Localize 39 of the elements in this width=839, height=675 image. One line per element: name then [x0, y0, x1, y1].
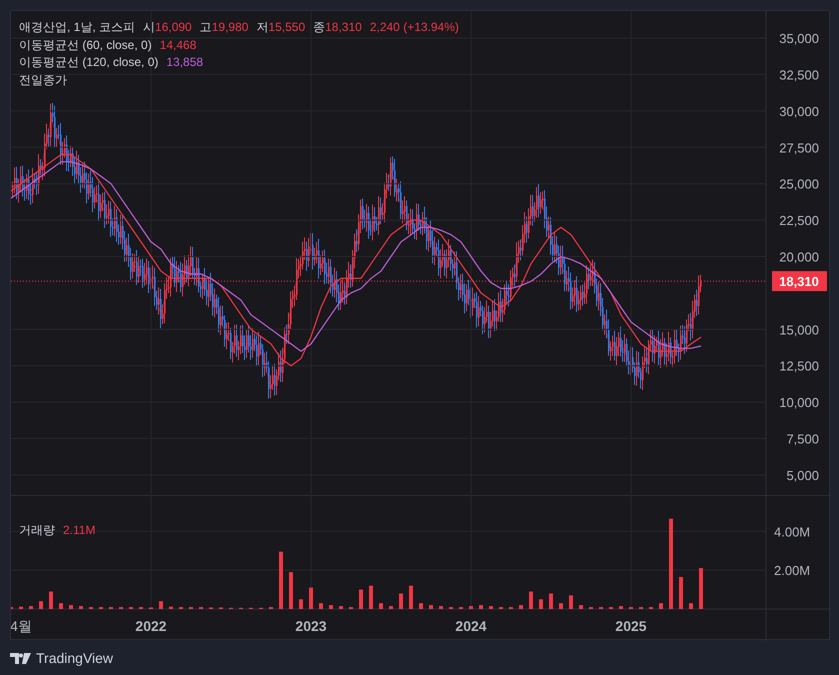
- volume-value: 2.11M: [63, 522, 96, 539]
- axis-label: 2.00M: [774, 563, 810, 578]
- price-axis-label: 35,000: [779, 31, 819, 46]
- ohlc-value: 15,550: [268, 19, 306, 36]
- symbol-name: 애경산업: [19, 19, 67, 36]
- ohlc-label: 시: [143, 19, 156, 36]
- price-axis-label: 20,000: [779, 250, 819, 264]
- ohlc-value: 19,980: [212, 19, 248, 36]
- time-axis-label: 2024: [455, 618, 487, 634]
- price-axis-label: 7,500: [786, 432, 819, 447]
- brand-name: TradingView: [36, 649, 114, 668]
- price-change: 2,240 (+13.94%): [370, 19, 459, 36]
- axis-label: 4.00M: [774, 524, 810, 540]
- indicator-name: 이동평균선 (120, close, 0): [19, 54, 158, 71]
- time-axis-label: 2023: [295, 618, 327, 634]
- ohlc-label: 종: [313, 19, 326, 36]
- ohlc-label: 고: [200, 19, 212, 36]
- price-axis-label: 30,000: [779, 104, 819, 119]
- indicator-value: 14,468: [160, 36, 196, 54]
- prev-close-label: 전일종가: [19, 72, 67, 88]
- price-axis-label: 22,500: [779, 213, 819, 228]
- symbol-details: , 1날, 코스피: [67, 19, 136, 36]
- ohlc-value: 16,090: [155, 19, 192, 36]
- time-axis-label: 2025: [615, 618, 647, 634]
- ref-line-label: 18,310: [779, 274, 819, 290]
- indicator-name: 이동평균선 (60, close, 0): [19, 36, 152, 54]
- price-axis-label: 32,500: [779, 67, 819, 82]
- volume-label: 거래량: [19, 522, 55, 539]
- ohlc-value: 18,310: [325, 19, 362, 36]
- price-axis-label: 27,500: [779, 140, 819, 156]
- ohlc-label: 저: [256, 19, 268, 36]
- indicator-value: 13,858: [166, 54, 204, 71]
- price-axis-label: 10,000: [779, 395, 819, 410]
- time-axis-label: 2022: [135, 618, 167, 634]
- price-axis-label: 12,500: [779, 358, 819, 374]
- price-axis-label: 5,000: [786, 468, 819, 483]
- price-axis-label: 15,000: [779, 322, 819, 338]
- last-price-label: 18,310: [772, 271, 827, 292]
- price-axis-label: 25,000: [779, 176, 819, 192]
